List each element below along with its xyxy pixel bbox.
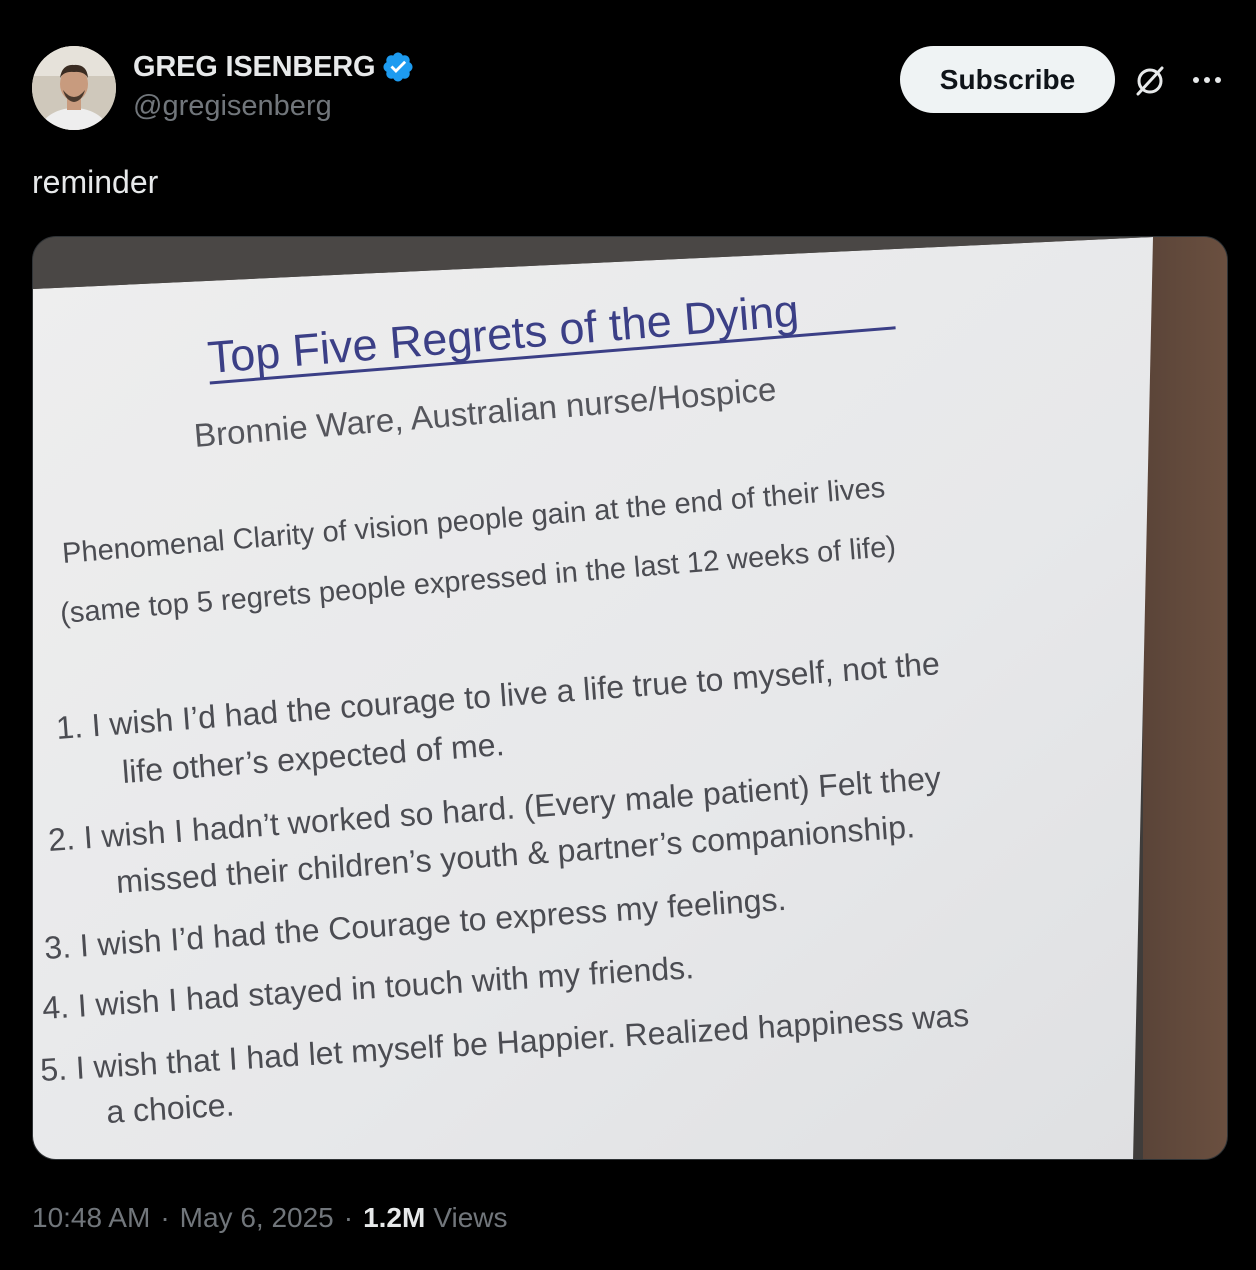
grok-icon[interactable] [1130, 60, 1170, 100]
tweet-image[interactable]: Top Five Regrets of the Dying Bronnie Wa… [32, 236, 1228, 1160]
meta-separator: · [343, 1202, 354, 1233]
avatar[interactable] [32, 46, 116, 130]
tweet-header: GREG ISENBERG @gregisenberg Subscribe [32, 46, 1232, 136]
tweet-date[interactable]: May 6, 2025 [180, 1202, 334, 1234]
views-count: 1.2M [363, 1202, 426, 1233]
verified-badge-icon [381, 50, 415, 84]
tweet-text: reminder [32, 164, 159, 200]
tweet-time[interactable]: 10:48 AM [32, 1202, 150, 1234]
author-name[interactable]: GREG ISENBERG [133, 51, 376, 84]
slide-photo: Top Five Regrets of the Dying Bronnie Wa… [33, 237, 1227, 1159]
author-handle[interactable]: @gregisenberg [133, 90, 415, 123]
views-label: Views [433, 1202, 508, 1233]
tweet-meta: 10:48 AM · May 6, 2025 · 1.2M Views [32, 1202, 508, 1234]
meta-separator: · [160, 1202, 170, 1233]
slide-item-5-line2: a choice. [105, 1086, 235, 1130]
author-info: GREG ISENBERG @gregisenberg [133, 50, 415, 123]
subscribe-button[interactable]: Subscribe [900, 46, 1115, 113]
more-icon[interactable] [1187, 60, 1227, 100]
avatar-image [32, 46, 116, 130]
